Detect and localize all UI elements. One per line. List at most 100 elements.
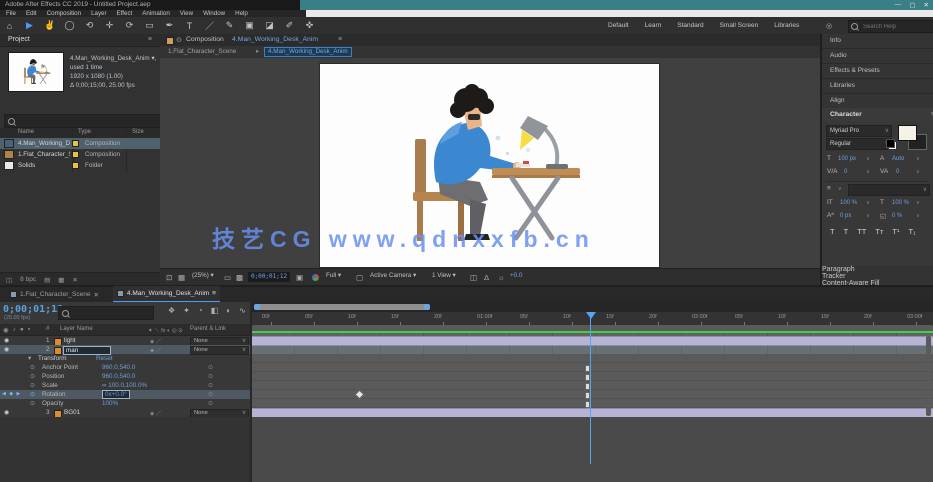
- font-size-value[interactable]: 100 px: [838, 156, 856, 162]
- caret-down-icon[interactable]: ∨: [838, 186, 842, 192]
- reset-link[interactable]: Reset: [96, 355, 112, 362]
- panel-header[interactable]: Align: [822, 94, 933, 109]
- menu-item[interactable]: Layer: [91, 10, 106, 17]
- workspace-item[interactable]: Default: [608, 22, 629, 29]
- property-value[interactable]: 960.0,540.0: [102, 373, 135, 380]
- layer-row-3[interactable]: ◉ 3 BG01 ◈ ／ None∨: [0, 408, 250, 417]
- lock-icon[interactable]: ⊙: [176, 36, 182, 44]
- font-style-select[interactable]: Regular∨: [826, 138, 892, 150]
- stopwatch-icon[interactable]: ⊙: [30, 373, 35, 380]
- tool-icon[interactable]: ✌: [44, 20, 55, 31]
- timeline-vertical-scrollbar[interactable]: [926, 336, 931, 416]
- menu-item[interactable]: View: [180, 10, 193, 17]
- layer-switches[interactable]: ◈ ／: [150, 346, 161, 354]
- tool-icon[interactable]: ⟳: [124, 20, 135, 31]
- project-item-row[interactable]: 1.Flat_Character_Scene Composition: [0, 149, 160, 160]
- twirl-down-icon[interactable]: ▾: [28, 355, 31, 362]
- fast-preview-icon[interactable]: Δ: [484, 273, 489, 282]
- stopwatch-icon[interactable]: ⊙: [30, 400, 35, 407]
- caret-down-icon[interactable]: ∨: [866, 200, 870, 206]
- tab-project[interactable]: Project: [8, 36, 30, 43]
- panel-header[interactable]: Paragraph: [822, 266, 933, 273]
- breadcrumb-current[interactable]: 4.Man_Working_Desk_Anim: [264, 47, 352, 57]
- playhead-handle[interactable]: [586, 312, 596, 319]
- pick-whip-icon[interactable]: ⊙: [208, 364, 213, 371]
- caret-down-icon[interactable]: ∨: [916, 169, 920, 175]
- eye-icon[interactable]: ◉: [4, 337, 9, 344]
- fill-color-swatch[interactable]: [898, 125, 917, 141]
- label-color-chip[interactable]: [72, 151, 79, 158]
- layer-row-1[interactable]: ◉ 1 light ◈ ／ None∨: [0, 336, 250, 345]
- tab-composition-name[interactable]: 4.Man_Working_Desk_Anim: [232, 36, 318, 43]
- tab-composition-label[interactable]: Composition: [186, 36, 224, 43]
- minimize-button[interactable]: —: [895, 1, 902, 9]
- mask-visibility-icon[interactable]: ▭: [224, 273, 231, 282]
- column-size[interactable]: Size: [132, 129, 144, 135]
- tab-trailing-icon[interactable]: ✕: [93, 291, 98, 299]
- pick-whip-icon[interactable]: ⊙: [208, 373, 213, 380]
- property-value[interactable]: ∞ 100.0,100.0%: [102, 382, 147, 389]
- panel-menu-icon[interactable]: ≡: [148, 36, 152, 43]
- workspace-gear-icon[interactable]: ◎: [826, 22, 832, 30]
- tool-icon[interactable]: ／: [204, 19, 215, 32]
- property-row-anchor-point[interactable]: ⊙ Anchor Point 960.0,540.0 ⊙: [0, 363, 250, 372]
- menu-item[interactable]: Composition: [47, 10, 81, 17]
- tool-icon[interactable]: ▣: [244, 20, 255, 31]
- property-row-rotation-selected[interactable]: ◀ ◆ ▶ ⊙ Rotation 0x+0.0° ⊙: [0, 390, 250, 399]
- caret-down-icon[interactable]: ∨: [866, 169, 870, 175]
- tool-icon[interactable]: ▭: [144, 20, 155, 31]
- view-layout-select[interactable]: 1 View ▾: [432, 272, 456, 279]
- column-layer-name[interactable]: Layer Name: [60, 326, 93, 332]
- caret-down-icon[interactable]: ∨: [866, 213, 870, 219]
- timeline-panel-icon[interactable]: ◧: [211, 306, 219, 315]
- channels-icon[interactable]: [312, 274, 319, 281]
- magnification-select[interactable]: (25%) ▾: [192, 272, 214, 279]
- pick-whip-icon[interactable]: ⊙: [208, 382, 213, 389]
- tab-trailing-icon[interactable]: ≡: [212, 290, 216, 297]
- eye-icon[interactable]: ◉: [4, 346, 9, 353]
- property-value[interactable]: 960.0,540.0: [102, 364, 135, 371]
- caret-down-icon[interactable]: ∨: [916, 200, 920, 206]
- transparency-grid-icon[interactable]: ▩: [236, 273, 243, 282]
- grid-guides-icon[interactable]: ▦: [178, 273, 185, 282]
- stopwatch-icon[interactable]: ⊙: [30, 382, 35, 389]
- menu-item[interactable]: Window: [203, 10, 225, 17]
- tool-icon[interactable]: ✛: [104, 20, 115, 31]
- panel-header[interactable]: Tracker: [822, 273, 933, 280]
- caret-down-icon[interactable]: ∨: [866, 156, 870, 162]
- maximize-button[interactable]: ▢: [909, 1, 915, 9]
- kerning-value[interactable]: 0: [844, 169, 847, 175]
- tool-icon[interactable]: ▶: [24, 20, 35, 31]
- timeline-tab[interactable]: 1.Flat_Character_Scene ✕: [6, 287, 103, 302]
- camera-select[interactable]: Active Camera ▾: [370, 272, 416, 279]
- workspace-item[interactable]: Libraries: [774, 22, 799, 29]
- timeline-panel-icon[interactable]: ✦: [183, 306, 190, 315]
- timeline-panel-icon[interactable]: ❖: [168, 306, 175, 315]
- faux-style-button[interactable]: T₁: [908, 227, 915, 236]
- tracking-value[interactable]: 0: [896, 169, 899, 175]
- column-name[interactable]: Name: [18, 129, 34, 135]
- faux-style-button[interactable]: T: [830, 227, 835, 236]
- project-footer-icon[interactable]: 8 bpc: [20, 276, 36, 283]
- current-timecode[interactable]: 0;00;01;12: [3, 304, 63, 315]
- stopwatch-icon-active[interactable]: ⊙: [30, 391, 35, 398]
- timeline-panel-icon[interactable]: ∿: [239, 306, 246, 315]
- layer-switches[interactable]: ◈ ／: [150, 337, 161, 345]
- stroke-over-fill-select[interactable]: ∨: [848, 184, 930, 196]
- layer-name[interactable]: BG01: [64, 409, 80, 416]
- tool-icon[interactable]: ⌂: [4, 21, 15, 31]
- panel-header[interactable]: Audio: [822, 49, 933, 64]
- project-footer-icon[interactable]: ✕: [72, 276, 77, 284]
- project-item-row[interactable]: 4.Man_Working_Desk_Anim Composition: [0, 138, 160, 149]
- menu-item[interactable]: Animation: [142, 10, 170, 17]
- roi-icon[interactable]: ▢: [356, 273, 363, 282]
- faux-style-button[interactable]: TT: [857, 227, 866, 236]
- property-value[interactable]: 100%: [102, 400, 118, 407]
- label-color-chip[interactable]: [72, 140, 79, 147]
- keyframe-navigator[interactable]: ◀ ◆ ▶: [2, 391, 21, 397]
- stopwatch-icon[interactable]: ⊙: [30, 364, 35, 371]
- close-button[interactable]: ✕: [924, 1, 929, 9]
- horizontal-scale-value[interactable]: 100 %: [892, 200, 909, 206]
- tool-icon[interactable]: ✎: [224, 20, 235, 31]
- timeline-zoom-scrollbar[interactable]: [252, 302, 933, 312]
